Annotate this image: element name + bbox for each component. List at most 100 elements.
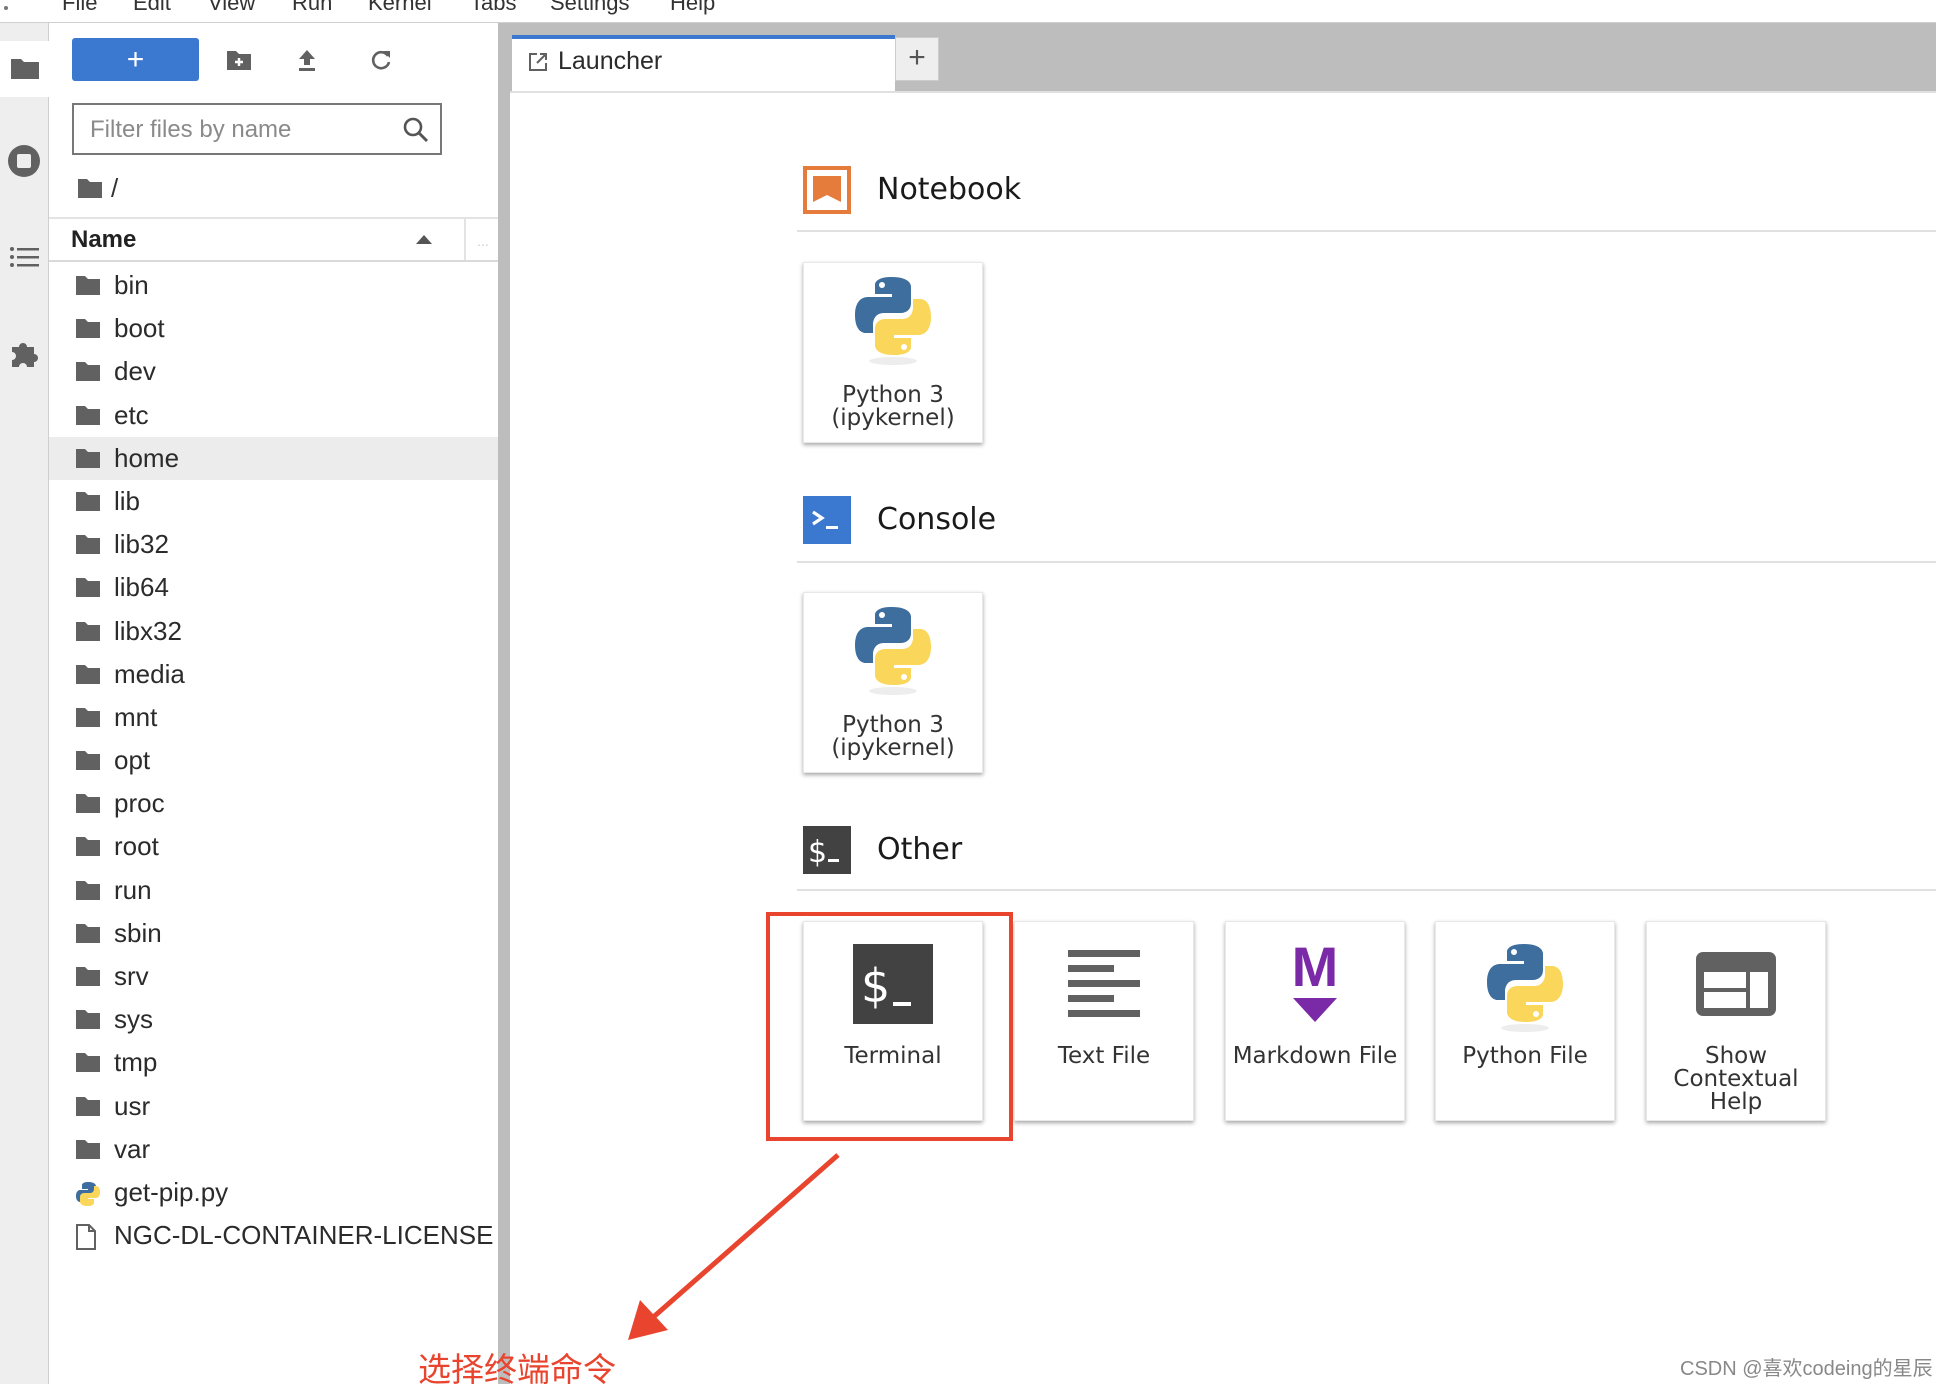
folder-icon bbox=[75, 447, 101, 471]
file-row[interactable]: opt bbox=[49, 739, 498, 782]
card-python-file[interactable]: Python File bbox=[1435, 921, 1615, 1121]
file-name: var bbox=[114, 1133, 151, 1164]
notebook-icon bbox=[803, 166, 851, 214]
menu-help[interactable]: Help bbox=[670, 0, 715, 16]
table-of-contents-tab[interactable] bbox=[0, 229, 48, 285]
file-row[interactable]: NGC-DL-CONTAINER-LICENSE bbox=[49, 1214, 498, 1257]
folder-icon bbox=[10, 59, 39, 79]
file-name: proc bbox=[114, 788, 165, 819]
new-folder-button[interactable] bbox=[224, 45, 254, 75]
file-row[interactable]: var bbox=[49, 1128, 498, 1171]
file-name: lib bbox=[114, 485, 141, 516]
file-row[interactable]: tmp bbox=[49, 1041, 498, 1084]
menu-view[interactable]: View bbox=[208, 0, 255, 16]
add-tab-button[interactable]: + bbox=[895, 37, 939, 81]
folder-icon bbox=[75, 1095, 101, 1119]
file-row[interactable]: mnt bbox=[49, 696, 498, 739]
file-row[interactable]: bin bbox=[49, 264, 498, 307]
refresh-button[interactable] bbox=[366, 45, 396, 75]
file-row[interactable]: etc bbox=[49, 394, 498, 437]
menu-file[interactable]: File bbox=[62, 0, 97, 16]
menu-run[interactable]: Run bbox=[292, 0, 332, 16]
folder-icon bbox=[75, 620, 101, 644]
new-launcher-button[interactable]: + bbox=[72, 38, 199, 81]
text-file-icon bbox=[1068, 950, 1140, 1017]
section-notebook: Notebook bbox=[803, 166, 1936, 226]
file-row[interactable]: sbin bbox=[49, 912, 498, 955]
folder-icon bbox=[75, 317, 101, 341]
sort-ascending-icon bbox=[416, 235, 432, 244]
extension-manager-tab[interactable] bbox=[0, 325, 48, 381]
card-label: Help bbox=[1709, 1089, 1763, 1115]
tab-launcher[interactable]: Launcher bbox=[512, 35, 895, 91]
file-row[interactable]: sys bbox=[49, 998, 498, 1041]
file-row[interactable]: run bbox=[49, 869, 498, 912]
file-row[interactable]: libx32 bbox=[49, 610, 498, 653]
menu-bar: File Edit View Run Kernel Tabs Settings … bbox=[0, 0, 1936, 23]
file-icon bbox=[75, 1224, 101, 1251]
folder-icon bbox=[75, 533, 101, 557]
file-name: media bbox=[114, 658, 185, 689]
file-name: opt bbox=[114, 745, 151, 776]
file-name: libx32 bbox=[114, 615, 182, 646]
puzzle-icon bbox=[12, 343, 38, 367]
breadcrumb-root[interactable]: / bbox=[111, 173, 118, 204]
folder-icon bbox=[75, 879, 101, 903]
panel-splitter[interactable] bbox=[498, 23, 510, 1384]
python-icon bbox=[855, 607, 931, 695]
section-title-console: Console bbox=[877, 502, 997, 537]
watermark: CSDN @喜欢codeing的星辰 bbox=[1680, 1358, 1933, 1380]
folder-icon bbox=[75, 965, 101, 989]
file-row[interactable]: get-pip.py bbox=[49, 1171, 498, 1214]
menu-tabs[interactable]: Tabs bbox=[470, 0, 516, 16]
upload-button[interactable] bbox=[292, 45, 322, 75]
file-row[interactable]: dev bbox=[49, 350, 498, 393]
card-notebook-python3[interactable]: Python 3 (ipykernel) bbox=[803, 262, 983, 443]
file-row[interactable]: usr bbox=[49, 1085, 498, 1128]
folder-icon bbox=[75, 922, 101, 946]
main-tab-bar: Launcher + bbox=[510, 23, 1936, 92]
file-name: lib64 bbox=[114, 572, 169, 603]
menu-edit[interactable]: Edit bbox=[133, 0, 171, 16]
running-sessions-tab[interactable] bbox=[0, 133, 48, 189]
refresh-icon bbox=[371, 50, 391, 70]
annotation-highlight-box bbox=[766, 912, 1013, 1141]
python-icon bbox=[855, 277, 931, 365]
name-column-label[interactable]: Name bbox=[71, 226, 136, 254]
section-title-other: Other bbox=[877, 832, 963, 867]
section-divider bbox=[797, 230, 1936, 232]
file-row[interactable]: media bbox=[49, 653, 498, 696]
launch-icon bbox=[529, 53, 547, 71]
file-row[interactable]: lib bbox=[49, 480, 498, 523]
file-browser-tab[interactable] bbox=[0, 41, 49, 97]
file-name: bin bbox=[114, 270, 149, 300]
stop-circle-icon bbox=[8, 145, 40, 177]
file-name: srv bbox=[114, 961, 149, 991]
menu-kernel[interactable]: Kernel bbox=[368, 0, 432, 16]
markdown-icon: M bbox=[1292, 940, 1338, 1022]
file-row[interactable]: srv bbox=[49, 955, 498, 998]
menu-settings[interactable]: Settings bbox=[550, 0, 630, 16]
breadcrumb: / bbox=[77, 171, 118, 205]
new-folder-icon bbox=[227, 51, 251, 70]
file-row[interactable]: lib32 bbox=[49, 523, 498, 566]
card-show-contextual-help[interactable]: Show Contextual Help bbox=[1646, 921, 1826, 1121]
card-label: (ipykernel) bbox=[831, 405, 955, 431]
file-name: sbin bbox=[114, 917, 162, 948]
card-label: Contextual bbox=[1673, 1066, 1799, 1092]
column-more-button[interactable]: ... bbox=[464, 219, 500, 260]
file-row[interactable]: proc bbox=[49, 782, 498, 825]
file-row[interactable]: root bbox=[49, 825, 498, 868]
name-column-header[interactable]: Name ... bbox=[49, 217, 498, 262]
file-name: run bbox=[114, 874, 152, 905]
file-row[interactable]: lib64 bbox=[49, 566, 498, 609]
card-markdown-file[interactable]: M Markdown File bbox=[1225, 921, 1405, 1121]
folder-icon[interactable] bbox=[77, 177, 103, 199]
folder-icon bbox=[75, 274, 101, 298]
card-console-python3[interactable]: Python 3 (ipykernel) bbox=[803, 592, 983, 773]
card-text-file[interactable]: Text File bbox=[1014, 921, 1194, 1121]
file-row[interactable]: home bbox=[49, 436, 498, 480]
filter-files-input[interactable] bbox=[88, 105, 392, 155]
file-name: mnt bbox=[114, 701, 158, 732]
file-row[interactable]: boot bbox=[49, 307, 498, 350]
